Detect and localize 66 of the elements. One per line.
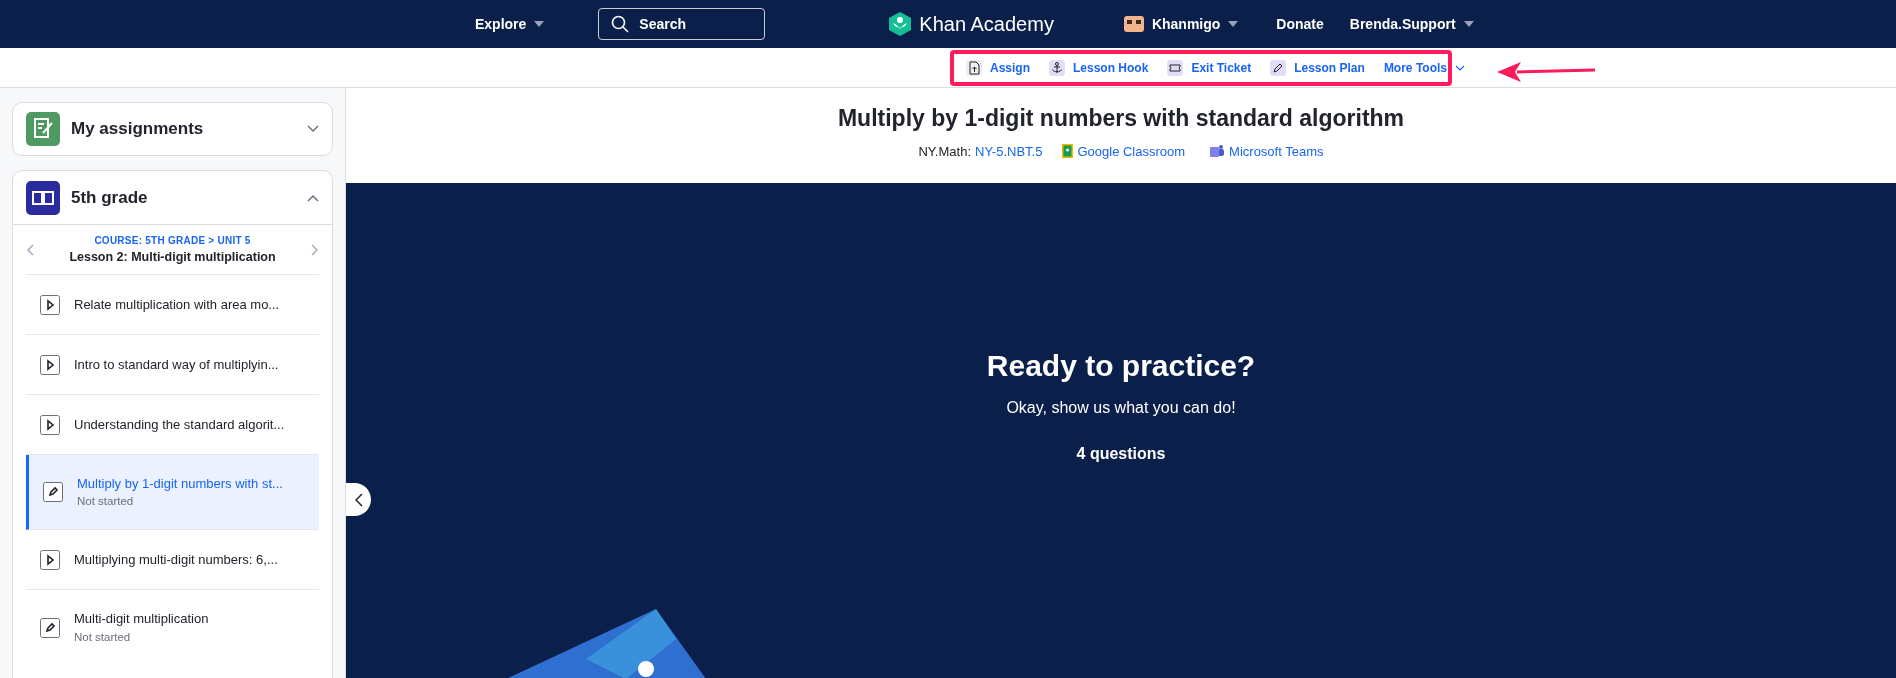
item-title: Understanding the standard algorit...: [74, 415, 285, 434]
toolbar-button[interactable]: Lesson Plan: [1270, 58, 1365, 77]
microsoft-teams-link[interactable]: Microsoft Teams: [1209, 141, 1324, 161]
caret-icon: [1228, 21, 1239, 27]
card-title: 5th grade: [71, 186, 149, 209]
logo-icon: [889, 12, 912, 36]
lesson-item[interactable]: Multi-digit multiplication Not started: [26, 590, 319, 665]
toolbar-button[interactable]: Exit Ticket: [1167, 58, 1252, 77]
card-title: My assignments: [71, 118, 205, 141]
play-icon: [40, 294, 60, 315]
practice-heading: Ready to practice?: [986, 348, 1256, 384]
pencil-icon: [43, 482, 63, 502]
toolbar-button[interactable]: Lesson Hook: [1049, 58, 1149, 77]
lesson-item[interactable]: Multiply by 1-digit numbers with st... Not started: [26, 455, 319, 530]
lesson-item[interactable]: Multiplying multi-digit numbers: 6,...: [26, 530, 319, 590]
khanmigo-menu[interactable]: Khanmigo: [1123, 13, 1239, 35]
logo-text: Khan Academy: [919, 12, 1054, 37]
caret-icon: [1463, 21, 1474, 27]
avatar-icon: [1123, 16, 1144, 32]
next-lesson-icon[interactable]: [311, 243, 319, 256]
collapse-sidebar-button[interactable]: [346, 483, 371, 516]
item-title: Intro to standard way of multiplyin...: [74, 355, 279, 374]
item-title: Relate multiplication with area mo...: [74, 295, 280, 314]
search-field[interactable]: Search: [598, 8, 766, 40]
lesson-title: Lesson 2: Multi-digit multiplication: [69, 248, 276, 266]
question-count: 4 questions: [1076, 444, 1166, 464]
chevron-down-icon: [1455, 64, 1465, 71]
lesson-item[interactable]: Relate multiplication with area mo...: [26, 275, 319, 335]
exercise-title: Multiply by 1-digit numbers with standard algorithm: [837, 104, 1405, 133]
assignments-card[interactable]: My assignments: [12, 102, 333, 156]
course-header[interactable]: 5th grade: [13, 171, 332, 225]
donate-link[interactable]: Donate: [1276, 13, 1324, 35]
play-icon: [40, 549, 60, 570]
assignment-icon: [26, 112, 60, 146]
anchor-icon: [1049, 59, 1065, 76]
lesson-item[interactable]: Intro to standard way of multiplyin...: [26, 335, 319, 395]
user-menu[interactable]: Brenda.Support: [1349, 13, 1474, 35]
practice-subtitle: Okay, show us what you can do!: [1006, 398, 1236, 418]
item-status: Not started: [77, 494, 135, 510]
explore-menu[interactable]: Explore: [475, 13, 545, 35]
play-icon: [40, 414, 60, 435]
item-title: Multiplying multi-digit numbers: 6,...: [74, 550, 278, 569]
book-icon: [26, 180, 60, 215]
item-title: Multi-digit multiplication: [74, 610, 209, 629]
item-title: Multiply by 1-digit numbers with st...: [77, 474, 283, 493]
pencil-icon: [1270, 59, 1287, 76]
teams-icon: [1209, 144, 1226, 159]
breadcrumb-link[interactable]: COURSE: 5TH GRADE > UNIT 5: [94, 232, 251, 248]
classroom-icon: [1062, 144, 1074, 159]
more-tools-menu[interactable]: More Tools: [1383, 58, 1465, 77]
item-status: Not started: [74, 629, 132, 645]
search-icon: [611, 15, 630, 33]
ticket-icon: [1167, 59, 1184, 76]
previous-lesson-icon[interactable]: [26, 243, 34, 256]
chevron-down-icon: [307, 125, 319, 133]
document-upload-icon: [966, 59, 982, 76]
chevron-left-icon: [354, 492, 363, 507]
standard-label: NY.Math:: [918, 142, 971, 161]
khan-academy-logo[interactable]: Khan Academy: [889, 9, 1054, 39]
toolbar-button[interactable]: Assign: [966, 58, 1030, 77]
google-classroom-link[interactable]: Google Classroom: [1062, 141, 1186, 161]
play-icon: [40, 354, 60, 375]
pencil-icon: [40, 617, 60, 638]
caret-icon: [534, 21, 545, 27]
standard-link[interactable]: NY-5.NBT.5: [975, 141, 1043, 161]
chevron-up-icon: [307, 193, 319, 202]
